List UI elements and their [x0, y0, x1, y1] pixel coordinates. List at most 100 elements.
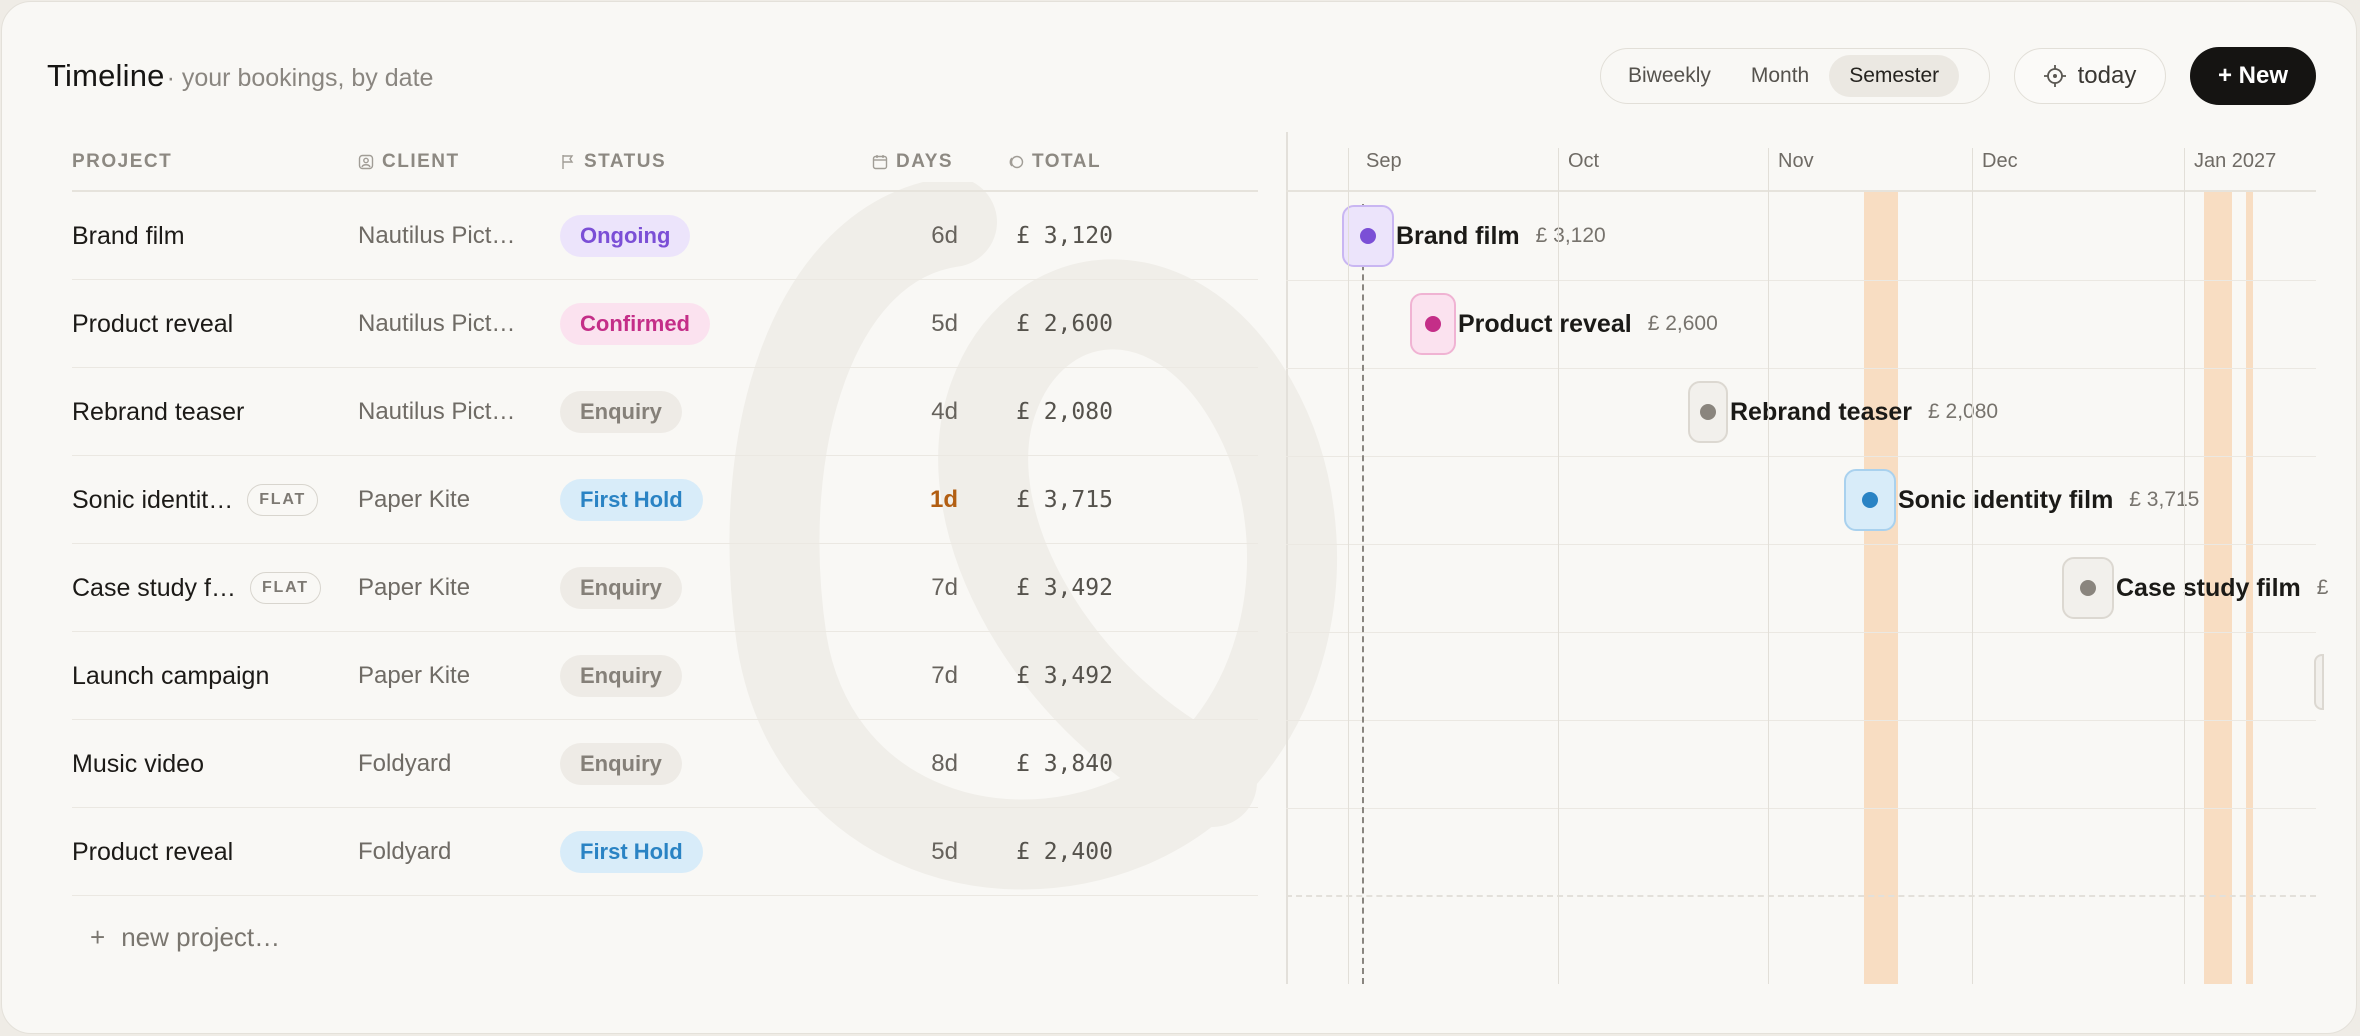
timeline-bar-label: Brand film — [1396, 221, 1520, 250]
plus-icon: + — [90, 922, 106, 952]
table-row[interactable]: Product reveal Foldyard First Hold 5d £ … — [72, 808, 1258, 896]
table-row[interactable]: Music video Foldyard Enquiry 8d £ 3,840 — [72, 720, 1258, 808]
project-name-cell[interactable]: Product reveal — [72, 808, 342, 896]
status-badge[interactable]: First Hold — [560, 831, 703, 873]
view-biweekly-button[interactable]: Biweekly — [1608, 55, 1731, 97]
timeline-bar[interactable]: Product reveal £ 2,600 — [1410, 293, 1718, 355]
client-cell[interactable]: Nautilus Pict… — [358, 280, 548, 368]
status-cell[interactable]: Ongoing — [560, 192, 810, 280]
row-divider — [1286, 632, 2316, 633]
month-gridline — [2184, 148, 2185, 984]
month-label: Sep — [1366, 150, 1402, 172]
total-cell: £ 3,715 — [1016, 487, 1113, 513]
days-cell: 8d — [931, 750, 958, 777]
timeline-bar[interactable]: Case study film £ — [2062, 557, 2328, 619]
new-booking-button[interactable]: + New — [2190, 47, 2316, 105]
days-cell: 5d — [931, 838, 958, 865]
client-cell[interactable]: Nautilus Pict… — [358, 192, 548, 280]
person-icon — [358, 154, 374, 170]
column-client[interactable]: CLIENT — [358, 151, 460, 173]
status-badge[interactable]: Enquiry — [560, 655, 682, 697]
client-cell[interactable]: Nautilus Pict… — [358, 368, 548, 456]
timeline-chip[interactable] — [1688, 381, 1728, 443]
row-divider — [1286, 368, 2316, 369]
client-cell[interactable]: Paper Kite — [358, 632, 548, 720]
table-row[interactable]: Rebrand teaser Nautilus Pict… Enquiry 4d… — [72, 368, 1258, 456]
timeline-bar-amount: £ — [2316, 576, 2329, 599]
project-name-cell[interactable]: Brand film — [72, 192, 342, 280]
table-row[interactable]: Case study f… FLAT Paper Kite Enquiry 7d… — [72, 544, 1258, 632]
column-total[interactable]: TOTAL — [1008, 151, 1101, 173]
project-name-cell[interactable]: Sonic identit… FLAT — [72, 456, 342, 544]
flag-icon — [562, 155, 574, 169]
status-badge[interactable]: First Hold — [560, 479, 703, 521]
table-body: Brand film Nautilus Pict… Ongoing 6d £ 3… — [72, 192, 1258, 896]
new-project-label: new project… — [121, 922, 281, 952]
status-cell[interactable]: Enquiry — [560, 368, 810, 456]
status-cell[interactable]: Enquiry — [560, 544, 810, 632]
status-cell[interactable]: Enquiry — [560, 720, 810, 808]
project-name-cell[interactable]: Music video — [72, 720, 342, 808]
timeline-bar[interactable]: Brand film £ 3,120 — [1342, 205, 1606, 267]
status-badge[interactable]: Confirmed — [560, 303, 710, 345]
timeline-bar-amount: £ 3,715 — [2129, 488, 2200, 511]
column-status[interactable]: STATUS — [560, 151, 666, 173]
project-name-cell[interactable]: Case study f… FLAT — [72, 544, 342, 632]
timeline-bar-amount: £ 2,600 — [1647, 312, 1718, 335]
status-badge[interactable]: Enquiry — [560, 743, 682, 785]
client-cell[interactable]: Paper Kite — [358, 456, 548, 544]
timeline-bar[interactable]: Rebrand teaser £ 2,080 — [1688, 381, 1998, 443]
month-gridline — [1348, 148, 1349, 984]
view-month-button[interactable]: Month — [1731, 55, 1829, 97]
days-cell: 4d — [931, 398, 958, 425]
days-cell: 7d — [931, 662, 958, 689]
view-switcher: Biweekly Month Semester — [1600, 48, 1990, 104]
timeline-bar[interactable]: Sonic identity film £ 3,715 — [1844, 469, 2199, 531]
timeline-chip[interactable] — [1342, 205, 1394, 267]
table-row[interactable]: Launch campaign Paper Kite Enquiry 7d £ … — [72, 632, 1258, 720]
row-divider — [1286, 808, 2316, 809]
holiday-band — [1864, 192, 1898, 984]
status-cell[interactable]: Confirmed — [560, 280, 810, 368]
status-dot — [2080, 580, 2096, 596]
timeline-bar-offscreen[interactable] — [2314, 654, 2324, 710]
column-project[interactable]: PROJECT — [72, 151, 172, 173]
total-cell: £ 3,120 — [1016, 223, 1113, 249]
project-name-cell[interactable]: Launch campaign — [72, 632, 342, 720]
table-row[interactable]: Brand film Nautilus Pict… Ongoing 6d £ 3… — [72, 192, 1258, 280]
view-semester-button[interactable]: Semester — [1829, 55, 1960, 97]
status-cell[interactable]: Enquiry — [560, 632, 810, 720]
timeline-chip[interactable] — [2062, 557, 2114, 619]
column-days[interactable]: DAYS — [872, 151, 953, 173]
row-divider — [1286, 720, 2316, 721]
client-cell[interactable]: Foldyard — [358, 808, 548, 896]
project-name-cell[interactable]: Rebrand teaser — [72, 368, 342, 456]
timeline-bar-amount: £ 3,120 — [1535, 224, 1606, 247]
new-project-button[interactable]: + new project… — [90, 922, 280, 953]
status-badge[interactable]: Enquiry — [560, 391, 682, 433]
table-row[interactable]: Sonic identit… FLAT Paper Kite First Hol… — [72, 456, 1258, 544]
projects-table: PROJECT CLIENT STATUS DAYS TOTAL Brand f… — [72, 132, 1258, 896]
today-button[interactable]: today — [2014, 48, 2166, 104]
days-cell: 6d — [931, 222, 958, 249]
total-cell: £ 2,400 — [1016, 839, 1113, 865]
timeline-bar-label: Sonic identity film — [1898, 485, 2114, 514]
row-divider-dashed — [1286, 895, 2316, 897]
month-label: Dec — [1982, 150, 2018, 172]
flat-rate-badge: FLAT — [249, 572, 321, 604]
days-cell: 1d — [929, 486, 958, 513]
timeline-chip[interactable] — [1410, 293, 1456, 355]
total-cell: £ 2,600 — [1016, 311, 1113, 337]
status-badge[interactable]: Ongoing — [560, 215, 691, 257]
table-row[interactable]: Product reveal Nautilus Pict… Confirmed … — [72, 280, 1258, 368]
month-label: Jan 2027 — [2194, 150, 2277, 172]
month-gridline — [1768, 148, 1769, 984]
timeline-chip[interactable] — [1844, 469, 1896, 531]
project-name-cell[interactable]: Product reveal — [72, 280, 342, 368]
status-cell[interactable]: First Hold — [560, 456, 810, 544]
client-cell[interactable]: Paper Kite — [358, 544, 548, 632]
client-cell[interactable]: Foldyard — [358, 720, 548, 808]
status-badge[interactable]: Enquiry — [560, 567, 682, 609]
status-cell[interactable]: First Hold — [560, 808, 810, 896]
timeline-bar-label: Product reveal — [1458, 309, 1632, 338]
